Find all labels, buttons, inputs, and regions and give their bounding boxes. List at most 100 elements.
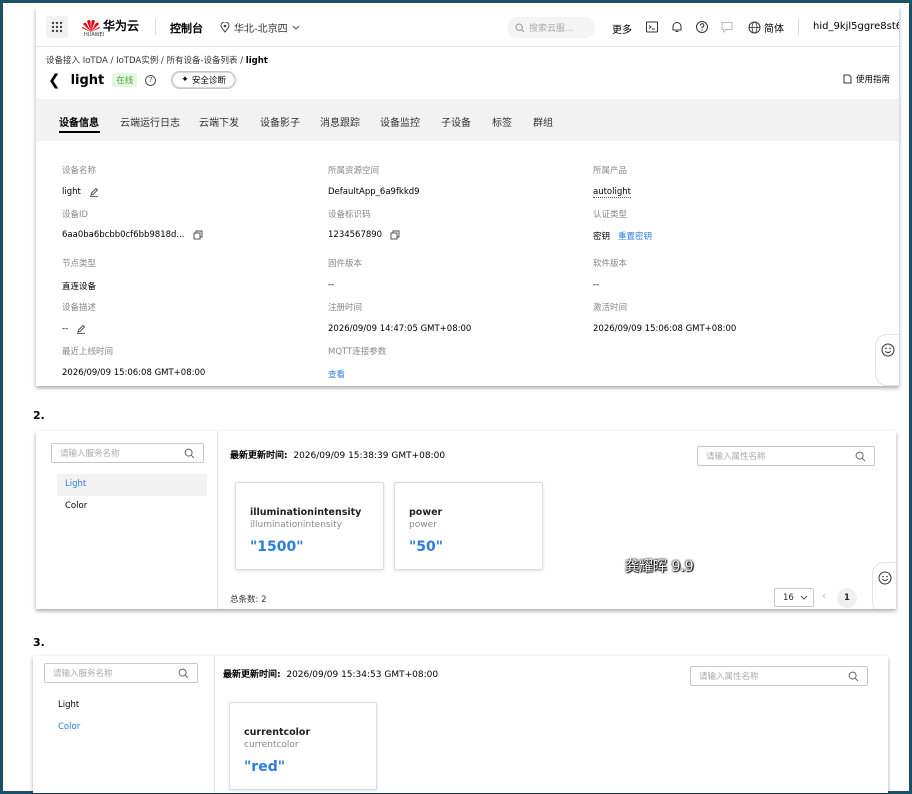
firmware-value: -- bbox=[328, 280, 335, 290]
update-time-value: 2026/09/09 15:34:53 GMT+08:00 bbox=[286, 670, 439, 680]
huawei-logo-icon bbox=[82, 19, 100, 32]
device-id-label: 设备ID bbox=[62, 210, 89, 220]
user-guide-link[interactable]: 使用指南 bbox=[843, 73, 890, 85]
chevron-down-icon bbox=[800, 595, 808, 600]
auth-type-value: 密钥 重置密钥 bbox=[593, 230, 652, 242]
property-search-input[interactable]: 请输入属性名称 bbox=[697, 446, 875, 466]
mqtt-view-link[interactable]: 查看 bbox=[328, 368, 345, 380]
breadcrumb-current: light bbox=[245, 56, 268, 66]
tab-device-monitor[interactable]: 设备监控 bbox=[380, 114, 420, 129]
security-diagnose-button[interactable]: ✦ 安全诊断 bbox=[171, 71, 236, 89]
device-name-value: light bbox=[62, 187, 99, 197]
service-item-light[interactable]: Light bbox=[65, 479, 86, 489]
auth-type-text: 密钥 bbox=[593, 232, 611, 242]
node-type-value: 直连设备 bbox=[62, 282, 97, 292]
property-value: "1500" bbox=[250, 539, 304, 555]
back-arrow-icon[interactable]: ❮ bbox=[48, 71, 61, 89]
device-detail-panel: 华为云 HUAWEI 控制台 华北-北京四 搜索云服... 更多 简体 hid_… bbox=[36, 7, 899, 386]
sparkle-icon: ✦ bbox=[181, 75, 189, 85]
service-item-light[interactable]: Light bbox=[58, 700, 79, 710]
floating-assistant[interactable] bbox=[872, 562, 896, 609]
service-item-color[interactable]: Color bbox=[65, 501, 87, 511]
search-icon bbox=[855, 451, 866, 462]
update-time-value: 2026/09/09 15:38:39 GMT+08:00 bbox=[293, 451, 446, 461]
smiley-icon bbox=[878, 571, 891, 585]
tab-device-info[interactable]: 设备信息 bbox=[59, 114, 99, 129]
service-sidebar: 请输入服务名称 Light Color bbox=[33, 656, 215, 793]
properties-panel-color: 请输入服务名称 Light Color 最新更新时间: 2026/09/09 1… bbox=[33, 656, 888, 793]
chevron-down-icon bbox=[292, 25, 299, 30]
property-card[interactable]: currentcolor currentcolor "red" bbox=[229, 702, 377, 790]
service-search-placeholder: 请输入服务名称 bbox=[60, 449, 120, 459]
property-name: illuminationintensity bbox=[250, 507, 362, 518]
software-value: -- bbox=[593, 280, 600, 290]
active-tab-indicator bbox=[59, 131, 100, 133]
property-name: currentcolor bbox=[244, 727, 311, 738]
console-link[interactable]: 控制台 bbox=[170, 20, 203, 36]
brand-name: 华为云 bbox=[103, 19, 140, 33]
user-account[interactable]: hid_9kjl5ggre8st678 bbox=[813, 21, 899, 32]
tab-groups[interactable]: 群组 bbox=[533, 114, 553, 129]
node-id-text: 1234567890 bbox=[328, 230, 383, 240]
property-card[interactable]: illuminationintensity illuminationintens… bbox=[235, 482, 384, 570]
properties-panel-light: 请输入服务名称 Light Color 最新更新时间: 2026/09/09 1… bbox=[36, 431, 896, 609]
prev-page-icon[interactable]: ‹ bbox=[822, 591, 826, 602]
service-search-placeholder: 请输入服务名称 bbox=[53, 669, 113, 679]
tab-bar: 设备信息 云端运行日志 云端下发 设备影子 消息跟踪 设备监控 子设备 标签 群… bbox=[36, 99, 899, 141]
bell-icon[interactable] bbox=[670, 20, 684, 34]
breadcrumb-path[interactable]: 设备接入 IoTDA / IoTDA实例 / 所有设备-设备列表 / bbox=[46, 56, 246, 66]
tab-tags[interactable]: 标签 bbox=[492, 114, 512, 129]
property-card[interactable]: power power "50" bbox=[394, 482, 543, 570]
device-name-text: light bbox=[62, 187, 81, 197]
floating-assistant[interactable] bbox=[875, 334, 899, 386]
reset-secret-link[interactable]: 重置密钥 bbox=[618, 230, 652, 242]
help-icon[interactable] bbox=[695, 20, 709, 34]
app-grid-icon[interactable] bbox=[46, 16, 68, 38]
service-item-color[interactable]: Color bbox=[58, 722, 80, 732]
search-icon bbox=[515, 22, 525, 32]
property-value: "red" bbox=[244, 759, 286, 775]
terminal-icon[interactable] bbox=[645, 20, 659, 34]
language-label: 简体 bbox=[764, 24, 784, 35]
space-label: 所属资源空间 bbox=[328, 166, 380, 176]
property-identifier: power bbox=[409, 520, 437, 530]
status-badge: 在线 bbox=[112, 73, 138, 87]
guide-label: 使用指南 bbox=[855, 75, 890, 85]
signature-watermark: 龚耀晖 9.9 bbox=[625, 559, 694, 575]
property-search-input[interactable]: 请输入属性名称 bbox=[690, 666, 868, 686]
global-search-input[interactable]: 搜索云服... bbox=[507, 17, 595, 38]
product-link[interactable]: autolight bbox=[593, 187, 631, 198]
search-placeholder: 搜索云服... bbox=[529, 24, 574, 34]
tab-message-trace[interactable]: 消息跟踪 bbox=[320, 114, 360, 129]
mqtt-label: MQTT连接参数 bbox=[328, 347, 387, 357]
copy-icon[interactable] bbox=[390, 230, 400, 240]
tab-device-shadow[interactable]: 设备影子 bbox=[260, 114, 300, 129]
description-text: -- bbox=[62, 324, 69, 334]
copy-icon[interactable] bbox=[193, 230, 203, 240]
breadcrumb: 设备接入 IoTDA / IoTDA实例 / 所有设备-设备列表 / light bbox=[46, 54, 268, 66]
page-size-select[interactable]: 16 bbox=[774, 588, 814, 607]
tab-cloud-command[interactable]: 云端下发 bbox=[199, 114, 239, 129]
page-size-value: 16 bbox=[783, 592, 794, 603]
region-selector[interactable]: 华北-北京四 bbox=[220, 20, 300, 35]
property-search-placeholder: 请输入属性名称 bbox=[699, 672, 759, 682]
edit-icon[interactable] bbox=[89, 187, 99, 197]
language-selector[interactable]: 简体 bbox=[748, 20, 784, 35]
service-search-input[interactable]: 请输入服务名称 bbox=[44, 663, 198, 683]
tab-cloud-log[interactable]: 云端运行日志 bbox=[120, 114, 180, 129]
feedback-icon[interactable] bbox=[720, 20, 734, 34]
update-time-label: 最新更新时间: bbox=[230, 451, 288, 461]
node-id-value: 1234567890 bbox=[328, 230, 400, 240]
page-number-current[interactable]: 1 bbox=[837, 588, 857, 608]
edit-icon[interactable] bbox=[76, 324, 86, 334]
brand-sub: HUAWEI bbox=[84, 32, 105, 38]
divider bbox=[798, 19, 799, 35]
service-search-input[interactable]: 请输入服务名称 bbox=[51, 443, 204, 463]
register-time-label: 注册时间 bbox=[328, 303, 363, 313]
page-title-row: ❮ light 在线 ? ✦ 安全诊断 bbox=[48, 70, 236, 90]
search-icon bbox=[178, 668, 189, 679]
more-menu[interactable]: 更多 bbox=[612, 21, 632, 36]
auth-type-label: 认证类型 bbox=[593, 210, 628, 220]
tab-child-devices[interactable]: 子设备 bbox=[441, 114, 471, 129]
question-icon[interactable]: ? bbox=[145, 74, 157, 86]
